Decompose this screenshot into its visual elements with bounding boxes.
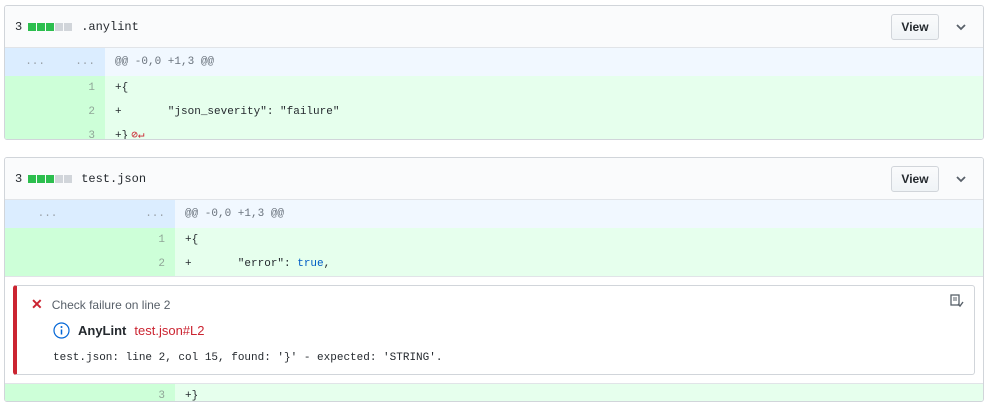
diff-line: 2 + "json_severity": "failure": [5, 100, 983, 124]
line-code-text: +}: [115, 130, 129, 140]
diff-line: 1 +{: [5, 228, 983, 252]
old-line-number: [5, 384, 90, 401]
annotation-title-text: Check failure on line 2: [51, 297, 171, 312]
diffstat-block: [46, 174, 55, 183]
old-line-number: [5, 76, 55, 100]
old-line-number: [5, 100, 55, 124]
line-code-keyword: true: [297, 258, 324, 270]
hunk-header-row: ... ... @@ -0,0 +1,3 @@: [5, 48, 983, 76]
new-line-number[interactable]: 1: [90, 228, 175, 252]
hunk-old-ellipsis[interactable]: ...: [5, 48, 55, 76]
check-annotation-container: ✕ Check failure on line 2 AnyLint test.j…: [5, 276, 983, 384]
old-line-number: [5, 228, 90, 252]
file-name[interactable]: .anylint: [81, 20, 139, 34]
diffstat-block: [55, 174, 64, 183]
line-code: +}: [185, 390, 199, 402]
change-count: 3: [15, 19, 23, 34]
diffstat: [28, 174, 73, 183]
diffstat-block: [28, 22, 37, 31]
view-button[interactable]: View: [891, 14, 939, 40]
line-code-prefix: + "error":: [185, 258, 298, 270]
new-line-number[interactable]: 1: [55, 76, 105, 100]
line-code: +{: [115, 82, 129, 94]
line-code: + "error": true,: [175, 252, 330, 276]
no-newline-icon: ⊘↵: [131, 130, 145, 140]
diff-line: 1 +{: [5, 76, 983, 100]
new-line-number[interactable]: 3: [90, 384, 175, 401]
annotation-link[interactable]: test.json#L2: [134, 323, 204, 338]
file-header: 3 test.json View: [5, 158, 983, 200]
diffstat-block: [37, 22, 46, 31]
x-icon: ✕: [31, 296, 43, 312]
new-line-number[interactable]: 2: [90, 252, 175, 276]
diffstat: [28, 22, 73, 31]
new-line-number[interactable]: 2: [55, 100, 105, 124]
diffstat-block: [64, 174, 73, 183]
annotation-title: ✕ Check failure on line 2: [31, 296, 170, 313]
new-line-number[interactable]: 3: [55, 124, 105, 139]
line-code: +{: [185, 234, 199, 246]
chevron-down-icon[interactable]: [953, 171, 969, 187]
diffstat-block: [64, 22, 73, 31]
hunk-header-row: ... ... @@ -0,0 +1,3 @@: [5, 200, 983, 228]
hunk-text: @@ -0,0 +1,3 @@: [115, 56, 215, 68]
change-count: 3: [15, 171, 23, 186]
line-code: +} ⊘↵: [105, 124, 145, 140]
check-annotation: ✕ Check failure on line 2 AnyLint test.j…: [13, 285, 975, 375]
hunk-text: @@ -0,0 +1,3 @@: [185, 208, 285, 220]
diff-line: 3 +} ⊘↵: [5, 124, 983, 140]
diffstat-block: [55, 22, 64, 31]
file-diff-anylint: 3 .anylint View ... ... @@ -0,0 +1,3 @@ …: [4, 5, 984, 140]
diffstat-block: [28, 174, 37, 183]
old-line-number: [5, 124, 55, 139]
view-button[interactable]: View: [891, 166, 939, 192]
diffstat-block: [46, 22, 55, 31]
diff-line: 2 + "error": true,: [5, 252, 983, 276]
file-diff-test-json: 3 test.json View ... ... @@ -0,0 +1,3 @@…: [4, 157, 984, 402]
file-name[interactable]: test.json: [81, 172, 146, 186]
line-code-suffix: ,: [323, 258, 331, 270]
annotation-tool-icon[interactable]: [950, 294, 964, 308]
line-code: + "json_severity": "failure": [115, 106, 340, 118]
info-icon: [53, 322, 70, 339]
diff-line: 3 +}: [5, 384, 983, 402]
hunk-old-ellipsis[interactable]: ...: [5, 200, 90, 228]
annotation-message: test.json: line 2, col 15, found: '}' - …: [53, 352, 443, 364]
old-line-number: [5, 252, 90, 276]
diffstat-block: [37, 174, 46, 183]
chevron-down-icon[interactable]: [953, 19, 969, 35]
file-header: 3 .anylint View: [5, 6, 983, 48]
hunk-new-ellipsis[interactable]: ...: [55, 48, 105, 76]
hunk-new-ellipsis[interactable]: ...: [90, 200, 175, 228]
check-name: AnyLint: [78, 323, 127, 338]
annotation-check-row: AnyLint test.json#L2: [53, 322, 205, 339]
